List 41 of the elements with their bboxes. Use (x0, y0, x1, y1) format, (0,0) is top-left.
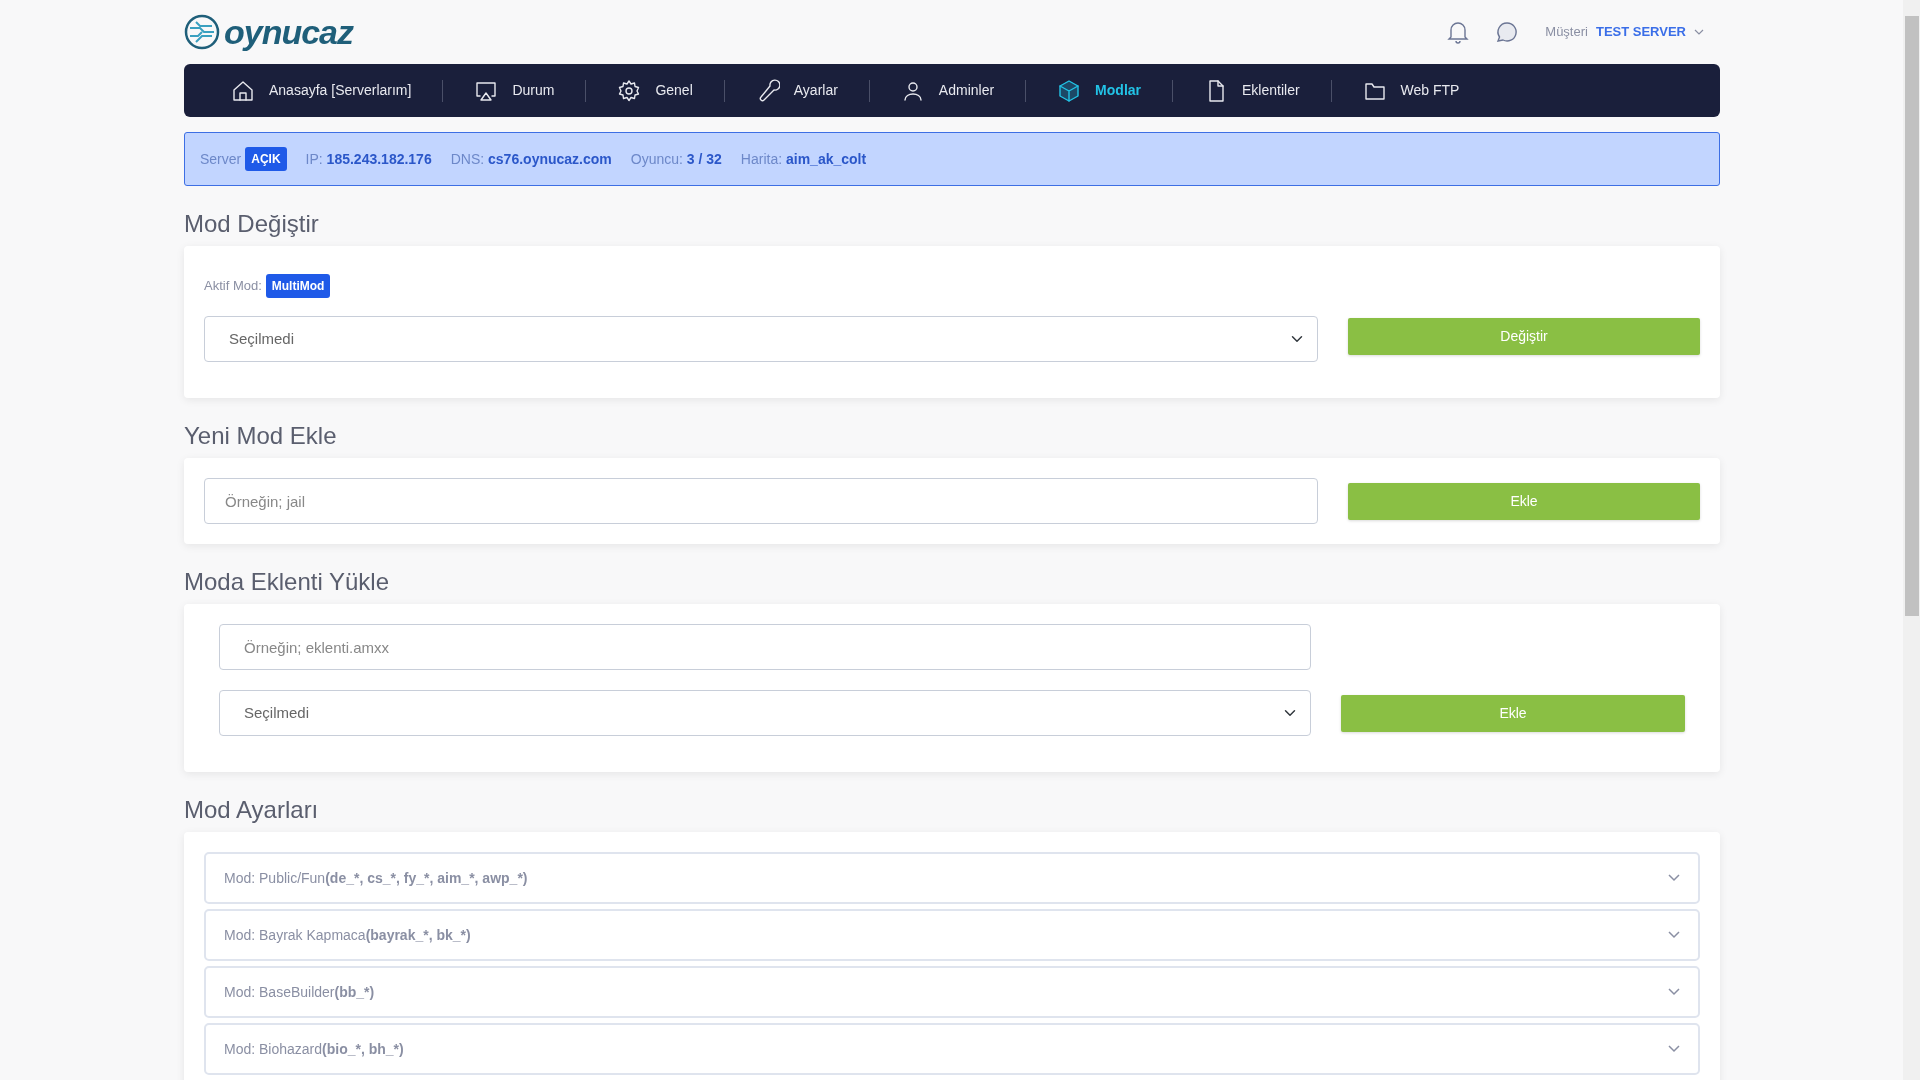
nav-tab[interactable]: Anasayfa [Serverlarım] (200, 64, 443, 117)
server-info-text: Harita: aim_ak_colt (740, 149, 867, 169)
chevron-icon (1668, 1045, 1680, 1053)
nav-tab[interactable]: Eklentiler (1173, 64, 1331, 117)
home-icon (231, 78, 255, 103)
nav-tab[interactable]: Ayarlar (724, 64, 869, 117)
mod-name-input[interactable]: Örneğin; jail (204, 478, 1318, 524)
nav-tab[interactable]: Modlar (1026, 64, 1172, 117)
scrollbar[interactable] (1903, 0, 1920, 1080)
nav-tab[interactable]: Genel (586, 64, 724, 117)
chat-bubble-icon[interactable] (1495, 20, 1520, 44)
chevron-icon (1668, 988, 1680, 996)
section-title: Mod Ayarları (184, 795, 320, 825)
server-info-text: Oyuncu: 3 / 32 (630, 149, 722, 169)
mod-accordion-header[interactable]: Mod: Public/Fun(de_*, cs_*, fy_*, aim_*, awp_*) (204, 852, 1700, 904)
status-badge: AÇIK (245, 147, 287, 171)
plugin-name-input[interactable]: Örneğin; eklenti.amxx (219, 624, 1311, 670)
user-menu[interactable]: Müşteri TEST SERVER (1545, 22, 1704, 42)
nav-tab[interactable]: Adminler (869, 64, 1026, 117)
chevron-icon (1668, 931, 1680, 939)
notification-bell-icon[interactable] (1447, 20, 1470, 44)
chevron-down-icon[interactable] (1694, 29, 1704, 35)
nav-tab[interactable]: Durum (443, 64, 586, 117)
server-label: Server (200, 149, 242, 169)
section-title: Yeni Mod Ekle (184, 421, 338, 451)
mod-select[interactable]: Seçilmedi (219, 690, 1311, 736)
mod-accordion-header[interactable]: Mod: Bayrak Kapmaca(bayrak_*, bk_*) (204, 909, 1700, 961)
active-mod-badge: MultiMod (265, 274, 331, 298)
mod-accordion-header[interactable]: Mod: BaseBuilder(bb_*) (204, 966, 1700, 1018)
server-info-text: IP: 185.243.182.176 (305, 149, 432, 169)
cube-icon (1057, 78, 1082, 103)
chevron-icon (1668, 874, 1680, 882)
mod-accordion-header[interactable]: Mod: Biohazard(bio_*, bh_*) (204, 1023, 1700, 1075)
section-title: Mod Değiştir (184, 209, 320, 239)
server-info-text: DNS: cs76.oynucaz.com (450, 149, 612, 169)
mod-select[interactable]: Seçilmedi (204, 316, 1318, 362)
section-title: Moda Eklenti Yükle (184, 567, 390, 597)
gear-icon (617, 78, 642, 103)
active-mod-label: Aktif Mod: (204, 277, 262, 296)
nav-tab[interactable]: Web FTP (1331, 64, 1491, 117)
logo[interactable]: oynucaz (184, 14, 354, 50)
